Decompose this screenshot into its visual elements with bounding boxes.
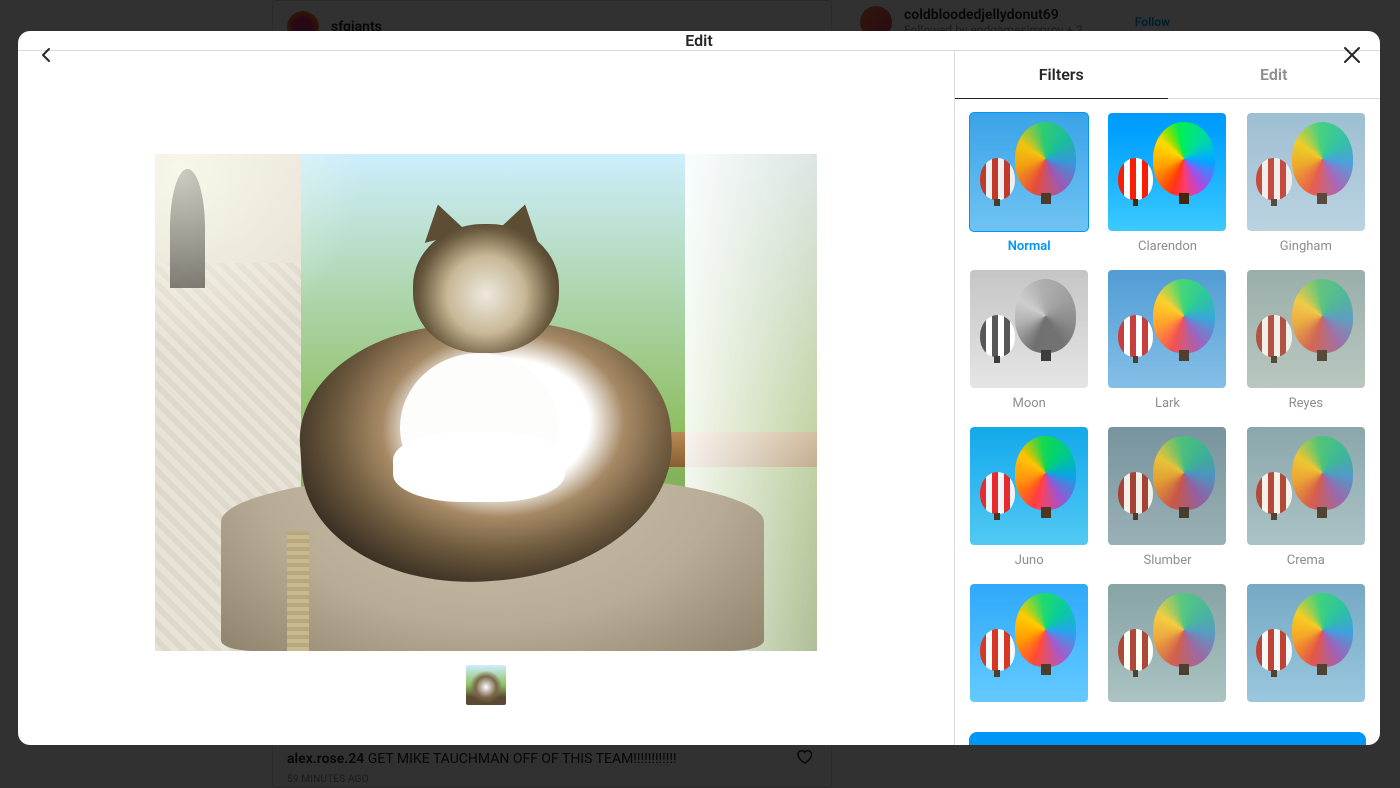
side-panel: Filters Edit Normal Clarendon Gingham Moon L… — [954, 51, 1380, 745]
filter-normal[interactable]: Normal — [969, 113, 1089, 254]
filter-thumb — [970, 270, 1088, 388]
filter-label: Slumber — [1143, 553, 1191, 568]
filter-clarendon[interactable]: Clarendon — [1107, 113, 1227, 254]
filter-crema[interactable]: Crema — [1246, 427, 1366, 568]
thumbnail-1[interactable] — [466, 665, 506, 705]
modal-title: Edit — [685, 31, 712, 50]
preview-pane — [18, 51, 954, 745]
filters-scroll[interactable]: Normal Clarendon Gingham Moon Lark Reyes Juno S… — [955, 99, 1380, 718]
filter-item-11[interactable] — [1246, 584, 1366, 710]
filters-grid: Normal Clarendon Gingham Moon Lark Reyes Juno S… — [969, 113, 1366, 710]
tabs: Filters Edit — [955, 51, 1380, 99]
filter-thumb — [970, 584, 1088, 702]
filter-item-10[interactable] — [1107, 584, 1227, 710]
filter-label: Crema — [1287, 553, 1325, 568]
filter-thumb — [1108, 584, 1226, 702]
filter-slumber[interactable]: Slumber — [1107, 427, 1227, 568]
thumbnail-strip — [466, 665, 506, 705]
filter-label: Gingham — [1280, 239, 1332, 254]
filter-gingham[interactable]: Gingham — [1246, 113, 1366, 254]
filter-thumb — [1247, 113, 1365, 231]
filter-thumb — [970, 113, 1088, 231]
filter-thumb — [970, 427, 1088, 545]
filter-label: Normal — [1008, 239, 1051, 254]
filter-thumb — [1247, 427, 1365, 545]
back-button[interactable] — [34, 43, 58, 67]
filter-lark[interactable]: Lark — [1107, 270, 1227, 411]
tab-filters[interactable]: Filters — [955, 51, 1168, 98]
filter-thumb — [1247, 584, 1365, 702]
filter-item-9[interactable] — [969, 584, 1089, 710]
filter-label: Lark — [1155, 396, 1180, 411]
filter-moon[interactable]: Moon — [969, 270, 1089, 411]
chevron-left-icon — [34, 43, 58, 67]
next-button[interactable]: Next — [969, 732, 1366, 745]
filter-thumb — [1247, 270, 1365, 388]
filter-reyes[interactable]: Reyes — [1246, 270, 1366, 411]
filter-label: Clarendon — [1138, 239, 1197, 254]
filter-thumb — [1108, 270, 1226, 388]
filter-thumb — [1108, 427, 1226, 545]
filter-label: Juno — [1015, 553, 1044, 568]
filter-thumb — [1108, 113, 1226, 231]
tab-edit[interactable]: Edit — [1168, 51, 1381, 98]
modal-header: Edit — [18, 31, 1380, 51]
filter-label: Moon — [1012, 396, 1045, 411]
edit-modal: Edit — [18, 31, 1380, 745]
filter-label: Reyes — [1289, 396, 1324, 411]
main-preview-image[interactable] — [155, 154, 817, 651]
filter-juno[interactable]: Juno — [969, 427, 1089, 568]
